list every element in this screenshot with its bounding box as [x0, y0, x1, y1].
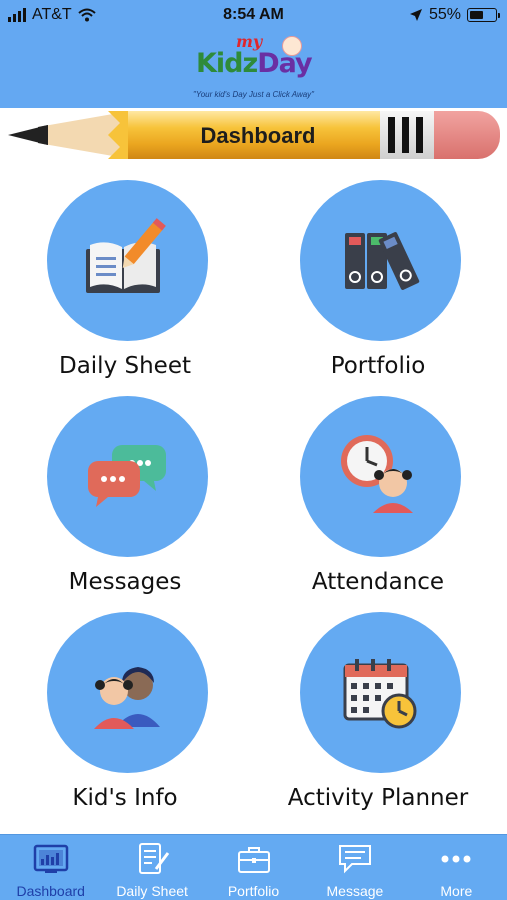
kids-avatars-icon [94, 667, 160, 729]
tile-label: Daily Sheet [58, 353, 191, 379]
battery-icon [467, 8, 500, 22]
message-icon [338, 845, 371, 874]
binders-icon [345, 232, 420, 290]
tab-dashboard[interactable]: Dashboard [0, 835, 101, 900]
tile-activity-planner[interactable]: Activity Planner [263, 612, 493, 828]
daily-sheet-icon [139, 843, 170, 874]
dashboard-icon [33, 844, 68, 873]
status-bar: AT&T 8:54 AM 55% [0, 0, 507, 30]
tab-label: Daily Sheet [116, 883, 188, 899]
calendar-clock-icon [343, 659, 417, 729]
briefcase-icon [237, 847, 270, 873]
tile-attendance[interactable]: Attendance [263, 396, 493, 612]
app-header: AT&T 8:54 AM 55% my KidzDay "Your kid's … [0, 0, 507, 108]
tile-kids-info[interactable]: Kid's Info [10, 612, 240, 828]
logo-tagline: "Your kid's Day Just a Click Away" [192, 90, 315, 99]
tab-more[interactable]: More [406, 835, 507, 900]
clock-child-icon [341, 435, 413, 513]
pencil-tip-icon [8, 111, 130, 159]
tab-label: Dashboard [16, 883, 85, 899]
tile-label: Kid's Info [72, 785, 178, 811]
chat-bubbles-icon [88, 445, 166, 507]
pencil-eraser [434, 111, 500, 159]
more-dots-icon [441, 855, 471, 863]
location-arrow-icon [409, 9, 422, 21]
tab-daily-sheet[interactable]: Daily Sheet [101, 835, 202, 900]
tile-label: Activity Planner [287, 785, 469, 811]
app-logo: my KidzDay "Your kid's Day Just a Click … [0, 32, 507, 106]
tile-daily-sheet[interactable]: Daily Sheet [10, 180, 240, 396]
tile-messages[interactable]: Messages [10, 396, 240, 612]
tile-portfolio[interactable]: Portfolio [263, 180, 493, 396]
banner-title: Dashboard [200, 123, 316, 148]
tab-label: Message [326, 883, 384, 899]
tab-label: Portfolio [227, 883, 280, 899]
tile-label: Messages [68, 569, 182, 595]
dashboard-banner: Dashboard [8, 111, 500, 159]
tile-label: Portfolio [330, 353, 426, 379]
tab-label: More [440, 883, 473, 899]
tile-label: Attendance [311, 569, 445, 595]
battery-percent: 55% [428, 6, 461, 23]
logo-day: Day [257, 48, 312, 79]
tab-message[interactable]: Message [304, 835, 405, 900]
open-book-pencil-icon [86, 218, 166, 293]
logo-kidz: Kidz [196, 48, 258, 79]
tab-portfolio[interactable]: Portfolio [203, 835, 304, 900]
tab-bar: Dashboard Daily Sheet Portfolio Message … [0, 834, 507, 900]
